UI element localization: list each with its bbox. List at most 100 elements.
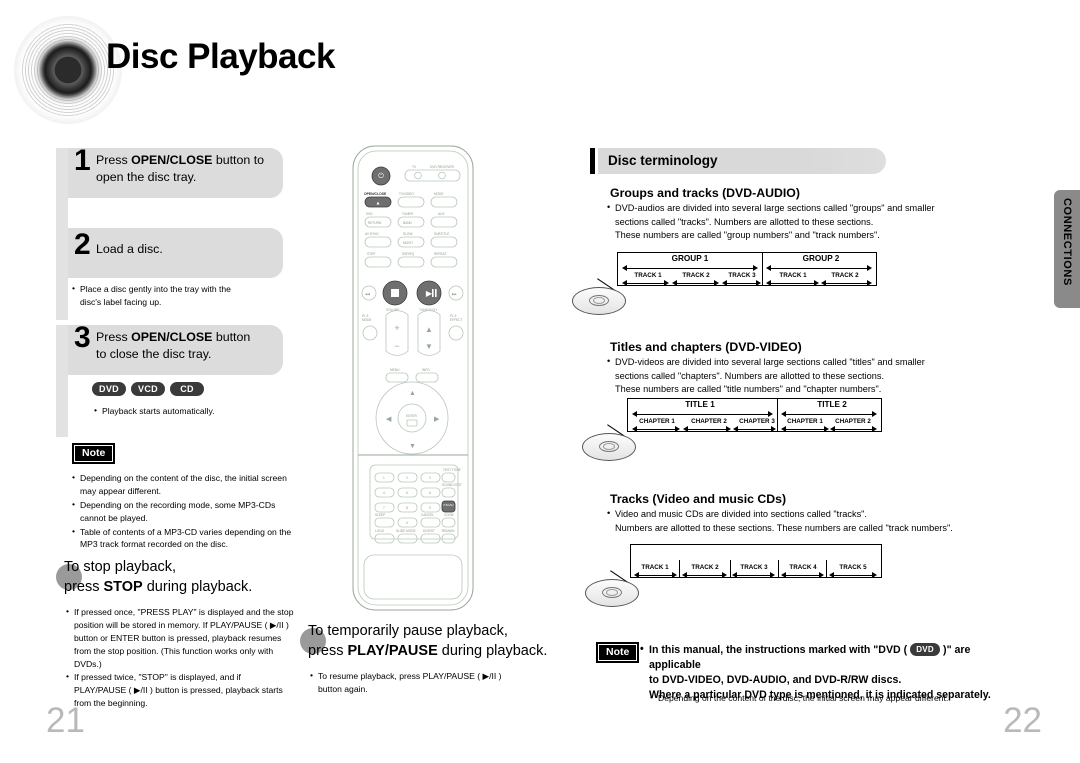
svg-text:5: 5: [406, 491, 408, 495]
svg-text:SLOW: SLOW: [403, 232, 412, 236]
svg-text:8: 8: [406, 506, 408, 510]
step-3-number: 3: [74, 321, 91, 354]
titles-diagram: TITLE 1 TITLE 2 CHAPTER 1 CHAPTER 2 CHAP…: [582, 398, 882, 461]
svg-text:1: 1: [383, 476, 385, 480]
svg-text:MENU: MENU: [390, 368, 400, 372]
step-2-bullets: Place a disc gently into the tray with t…: [72, 282, 277, 310]
svg-text:SUBTITLE: SUBTITLE: [434, 232, 449, 236]
tracks-line-1: Video and music CDs are divided into sec…: [615, 509, 867, 519]
disc-icon: [582, 433, 636, 461]
svg-text:SLEEP: SLEEP: [375, 513, 385, 517]
svg-text:▲: ▲: [409, 390, 416, 397]
svg-text:▲: ▲: [376, 201, 381, 207]
groups-track-arrow-2: [672, 280, 719, 287]
groups-track-arrow-5: [821, 280, 872, 287]
pause-heading-line1: To temporarily pause playback,: [308, 623, 508, 639]
titles-top-label-2: TITLE 2: [817, 400, 847, 409]
svg-text:BAND: BAND: [403, 221, 413, 225]
step-3-bullet-1: Playback starts automatically.: [94, 404, 294, 418]
groups-track-3: TRACK 3: [728, 272, 756, 279]
tracks-label-3: TRACK 3: [740, 564, 768, 571]
groups-arrow-2: [766, 265, 872, 272]
stop-bullet-1: If pressed once, "PRESS PLAY" is display…: [66, 605, 294, 670]
stop-heading-line1: To stop playback,: [64, 559, 177, 575]
tracks-arrow-5: [829, 572, 877, 579]
svg-text:▶: ▶: [434, 416, 440, 423]
svg-text:AV SYNC: AV SYNC: [365, 232, 379, 236]
svg-text:OPEN/CLOSE: OPEN/CLOSE: [364, 192, 387, 196]
side-tab-connections[interactable]: CONNECTIONS: [1054, 190, 1080, 308]
step-3-line1-pre: Press: [96, 330, 132, 344]
step-2-number: 2: [74, 228, 91, 261]
step-1-number: 1: [74, 144, 91, 177]
svg-text:CANCEL: CANCEL: [421, 513, 434, 517]
svg-text:RETURN: RETURN: [368, 221, 382, 225]
step-3-line2: to close the disc tray.: [96, 346, 212, 361]
stop-playback-bullets: If pressed once, "PRESS PLAY" is display…: [66, 605, 294, 711]
svg-text:0: 0: [406, 521, 408, 525]
tracks-div-3: [778, 560, 779, 578]
titles-chapter-2: CHAPTER 2: [691, 418, 727, 425]
svg-text:ENTER: ENTER: [406, 414, 418, 418]
groups-body: DVD-audios are divided into several larg…: [606, 201, 986, 243]
stop-bullet-2: If pressed twice, "STOP" is displayed, a…: [66, 670, 294, 710]
step-3-bullets: Playback starts automatically.: [94, 404, 294, 419]
svg-text:DVD: DVD: [366, 212, 373, 216]
svg-text:9: 9: [429, 506, 431, 510]
groups-top-label-2: GROUP 2: [802, 254, 840, 263]
titles-chapter-arrow-5: [830, 426, 877, 433]
stop-heading-line2-pre: press: [64, 578, 104, 595]
groups-track-4: TRACK 1: [779, 272, 807, 279]
badge-cd: CD: [170, 382, 204, 396]
stop-heading-line2-bold: STOP: [103, 578, 143, 595]
left-note-bullet-2: Depending on the recording mode, some MP…: [72, 498, 297, 525]
note-badge: Note: [596, 642, 640, 663]
step-3-text: Press OPEN/CLOSE button to close the dis…: [96, 329, 250, 363]
titles-arrow-2: [781, 411, 877, 418]
titles-chapter-arrow-1: [632, 426, 680, 433]
page-number-right: 22: [1003, 701, 1042, 740]
badge-vcd: VCD: [131, 382, 165, 396]
svg-text:▼: ▼: [425, 342, 433, 351]
step-3: 3 Press OPEN/CLOSE button to close the d…: [56, 321, 283, 375]
titles-line-1: DVD-videos are divided into several larg…: [615, 357, 925, 367]
svg-text:SLIDE MODE: SLIDE MODE: [396, 529, 416, 533]
svg-text:▶▶: ▶▶: [452, 292, 457, 296]
svg-text:MODE: MODE: [434, 192, 444, 196]
pause-playback-bullets: To resume playback, press PLAY/PAUSE ( ▶…: [310, 669, 525, 697]
groups-line-3: These numbers are called "group numbers"…: [615, 230, 880, 241]
side-tab-label: CONNECTIONS: [1061, 198, 1073, 286]
svg-text:DVD RECEIVER: DVD RECEIVER: [430, 165, 455, 169]
titles-top-label-1: TITLE 1: [685, 400, 715, 409]
svg-text:TUNER: TUNER: [402, 212, 414, 216]
step-3-line1-post: button: [212, 330, 251, 344]
svg-text:3: 3: [429, 476, 431, 480]
groups-track-arrow-4: [766, 280, 819, 287]
page-title: Disc Playback: [106, 37, 335, 76]
right-note-line1-a: In this manual, the instructions marked …: [649, 644, 908, 656]
svg-text:▼: ▼: [409, 443, 416, 450]
step-2-bullet-1-cont: disc's label facing up.: [80, 296, 162, 307]
step-2-bullet-1-text: Place a disc gently into the tray with t…: [80, 284, 231, 294]
right-note-dvd-badge: DVD: [910, 642, 941, 656]
titles-chapter-3: CHAPTER 3: [739, 418, 775, 425]
titles-chapter-5: CHAPTER 2: [835, 418, 871, 425]
right-note-sub-bullets: Depending on the content of the disc, th…: [650, 691, 1030, 706]
titles-arrow-1: [632, 411, 773, 418]
disc-terminology-bar: Disc terminology: [590, 148, 886, 174]
svg-text:DIGEST: DIGEST: [423, 529, 435, 533]
tracks-div-4: [826, 560, 827, 578]
svg-text:TV/VIDEO: TV/VIDEO: [399, 192, 414, 196]
svg-text:DSP/EQ: DSP/EQ: [402, 252, 415, 256]
right-note-tag-wrap: Note: [596, 642, 640, 663]
groups-track-2: TRACK 2: [682, 272, 710, 279]
svg-text:EFFECT: EFFECT: [450, 318, 462, 322]
svg-text:TEST TONE: TEST TONE: [443, 468, 461, 472]
step-1-line1-post: button to: [212, 153, 265, 167]
titles-divider: [777, 398, 778, 432]
groups-line-2: sections called "tracks". Numbers are al…: [615, 216, 874, 227]
groups-line-1: DVD-audios are divided into several larg…: [615, 203, 935, 213]
stop-heading-line2-post: during playback.: [142, 578, 253, 595]
svg-text:MODE: MODE: [362, 318, 372, 322]
tracks-label-4: TRACK 4: [789, 564, 817, 571]
